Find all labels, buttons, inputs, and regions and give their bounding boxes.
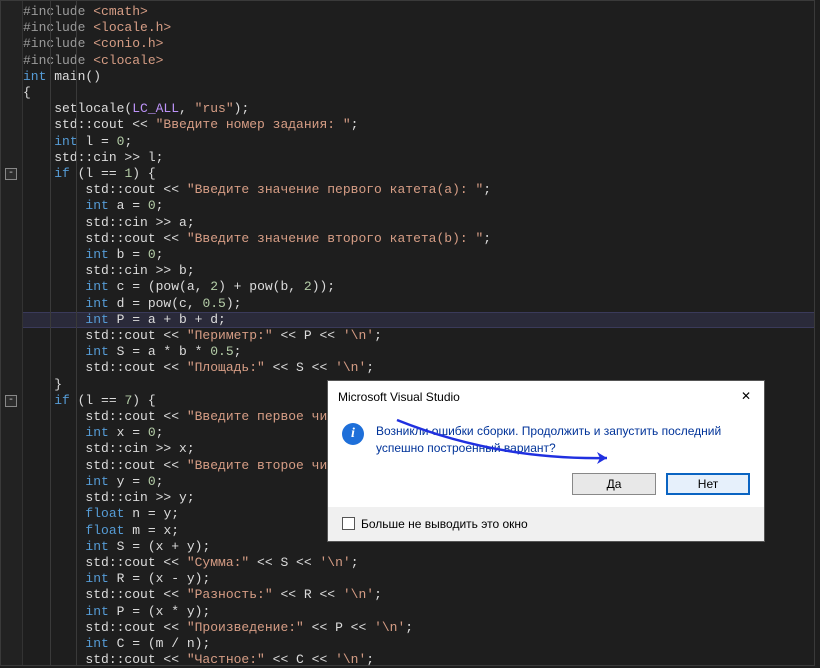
dialog-titlebar[interactable]: Microsoft Visual Studio ✕ xyxy=(328,381,764,411)
indent-guide xyxy=(50,1,51,665)
dialog-message: Возникли ошибки сборки. Продолжить и зап… xyxy=(376,423,750,457)
dialog-body: i Возникли ошибки сборки. Продолжить и з… xyxy=(328,411,764,469)
info-icon: i xyxy=(342,423,364,445)
dialog-title-text: Microsoft Visual Studio xyxy=(338,390,460,404)
code-editor[interactable]: -- #include <cmath> #include <locale.h> … xyxy=(0,0,815,666)
dialog-footer: Больше не выводить это окно xyxy=(328,507,764,541)
fold-toggle[interactable]: - xyxy=(5,168,17,180)
dont-show-checkbox[interactable] xyxy=(342,517,355,530)
dialog-button-row: Да Нет xyxy=(328,469,764,507)
indent-guide xyxy=(76,1,77,665)
dont-show-label: Больше не выводить это окно xyxy=(361,517,528,531)
code-area[interactable]: #include <cmath> #include <locale.h> #in… xyxy=(23,4,814,665)
build-error-dialog: Microsoft Visual Studio ✕ i Возникли оши… xyxy=(327,380,765,542)
editor-gutter: -- xyxy=(1,1,23,665)
close-icon[interactable]: ✕ xyxy=(738,389,754,405)
fold-toggle[interactable]: - xyxy=(5,395,17,407)
no-button[interactable]: Нет xyxy=(666,473,750,495)
yes-button[interactable]: Да xyxy=(572,473,656,495)
